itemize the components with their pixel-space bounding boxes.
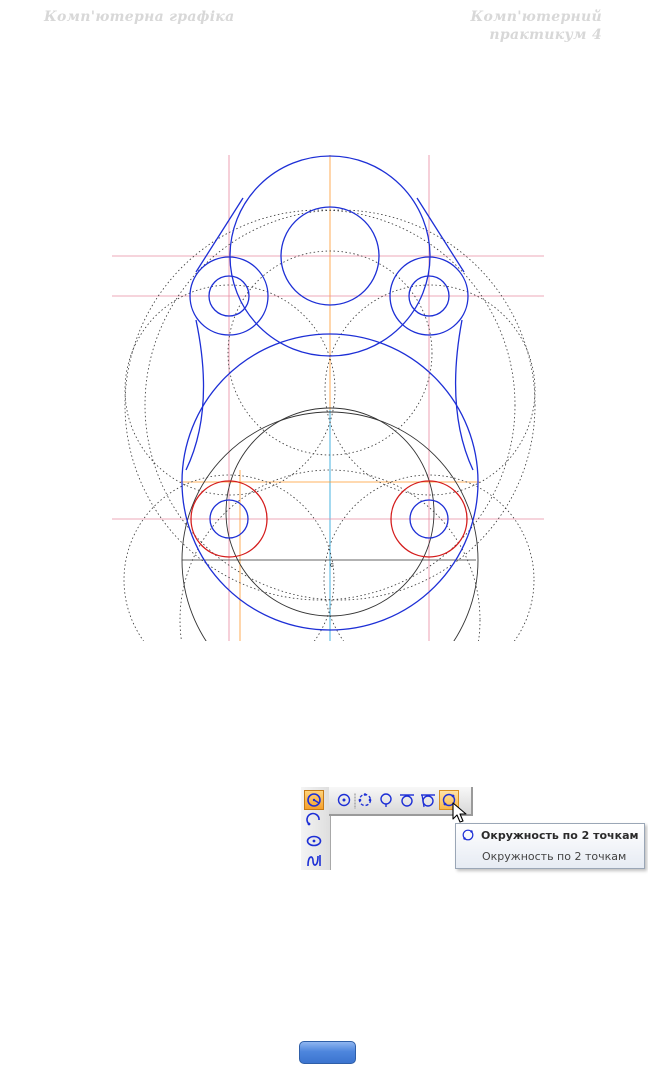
circle-tangent-three-button[interactable] <box>418 790 438 810</box>
circle-tangent-icon <box>380 793 392 807</box>
circle-three-points-icon <box>358 793 372 807</box>
arc-right-side <box>454 319 474 471</box>
blue-nav-button[interactable] <box>299 1041 356 1064</box>
circle-three-points-button[interactable] <box>355 790 375 810</box>
tangent-right <box>416 197 465 273</box>
tooltip-title: Окружность по 2 точкам <box>481 828 639 842</box>
cad-drawing-canvas: c <box>112 155 544 641</box>
tooltip: Окружность по 2 точкам Окружность по 2 т… <box>455 823 645 869</box>
tangent-left <box>195 197 244 273</box>
circle-tangent-button[interactable] <box>376 790 396 810</box>
arc-left-side <box>185 319 205 471</box>
circle-center-radius-icon <box>307 793 321 807</box>
vertical-toolbar <box>301 787 331 870</box>
cad-drawing[interactable]: c <box>0 140 648 650</box>
center-label: c <box>330 561 334 569</box>
axis-lines <box>112 155 544 641</box>
spline-tool-button[interactable] <box>304 850 324 870</box>
construction-circles <box>123 209 536 641</box>
circle-tool-button[interactable] <box>304 790 324 810</box>
circle-tangent-two-button[interactable] <box>397 790 417 810</box>
page-header-left: Комп'ютерна графіка <box>44 9 235 25</box>
circle-tangent-three-icon <box>421 794 435 808</box>
ellipse-icon <box>306 835 322 847</box>
circle-center-point-button[interactable] <box>334 790 354 810</box>
spline-icon <box>307 855 321 867</box>
page-header-right: Комп'ютерний практикум 4 <box>442 8 602 44</box>
circle-toolbar: Окружность по 2 точкам Окружность по 2 т… <box>301 787 647 872</box>
tooltip-description: Окружность по 2 точкам <box>482 850 627 863</box>
circle-tangent-two-icon <box>400 794 414 807</box>
circle-two-points-icon <box>462 829 474 841</box>
ellipse-tool-button[interactable] <box>304 830 324 850</box>
circle-center-point-icon <box>337 793 351 807</box>
page-header-right-line2: практикум 4 <box>489 27 602 43</box>
arc-tool-button[interactable] <box>304 810 324 830</box>
page-header-right-line1: Комп'ютерний <box>470 9 602 25</box>
mouse-cursor-icon <box>452 802 467 823</box>
arc-icon <box>306 812 320 826</box>
